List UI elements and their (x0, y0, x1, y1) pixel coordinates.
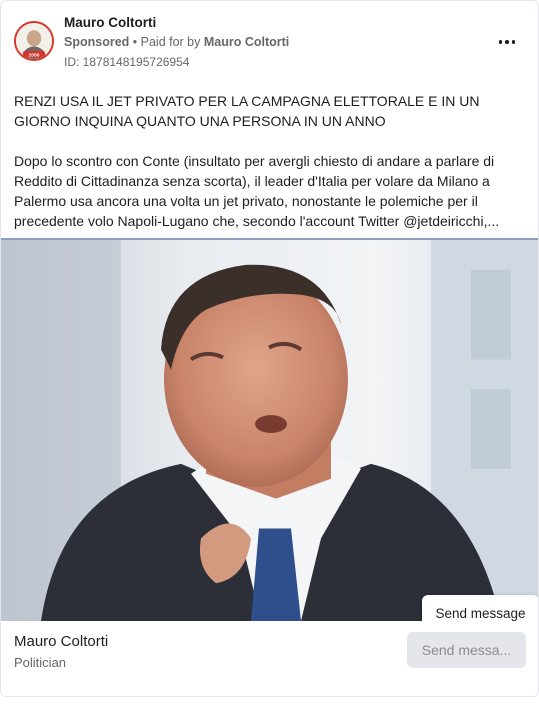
paid-for-name[interactable]: Mauro Coltorti (204, 35, 289, 49)
avatar-image: 2050 (16, 23, 52, 59)
avatar-badge-text: 2050 (29, 52, 40, 58)
ad-id: ID: 1878148195726954 (64, 55, 190, 69)
meta-separator: • (129, 35, 141, 49)
sponsored-line: Sponsored • Paid for by Mauro Coltorti (64, 35, 289, 49)
footer-page-name[interactable]: Mauro Coltorti (14, 633, 108, 650)
ad-footer: Mauro Coltorti Politician Send messa... (1, 621, 538, 696)
ad-card: 2050 Mauro Coltorti Sponsored • Paid for… (0, 0, 539, 697)
advertiser-name[interactable]: Mauro Coltorti (64, 15, 156, 30)
send-message-button[interactable]: Send messa... (407, 632, 526, 668)
ad-headline: RENZI USA IL JET PRIVATO PER LA CAMPAGNA… (14, 93, 480, 129)
advertiser-avatar[interactable]: 2050 (14, 21, 54, 61)
footer-page-category: Politician (14, 655, 67, 670)
paid-for-prefix: Paid for by (140, 35, 204, 49)
sponsored-label: Sponsored (64, 35, 130, 49)
more-options-icon[interactable] (492, 31, 522, 53)
ad-image[interactable] (1, 238, 538, 621)
ad-body-text: Dopo lo scontro con Conte (insultato per… (14, 153, 500, 229)
